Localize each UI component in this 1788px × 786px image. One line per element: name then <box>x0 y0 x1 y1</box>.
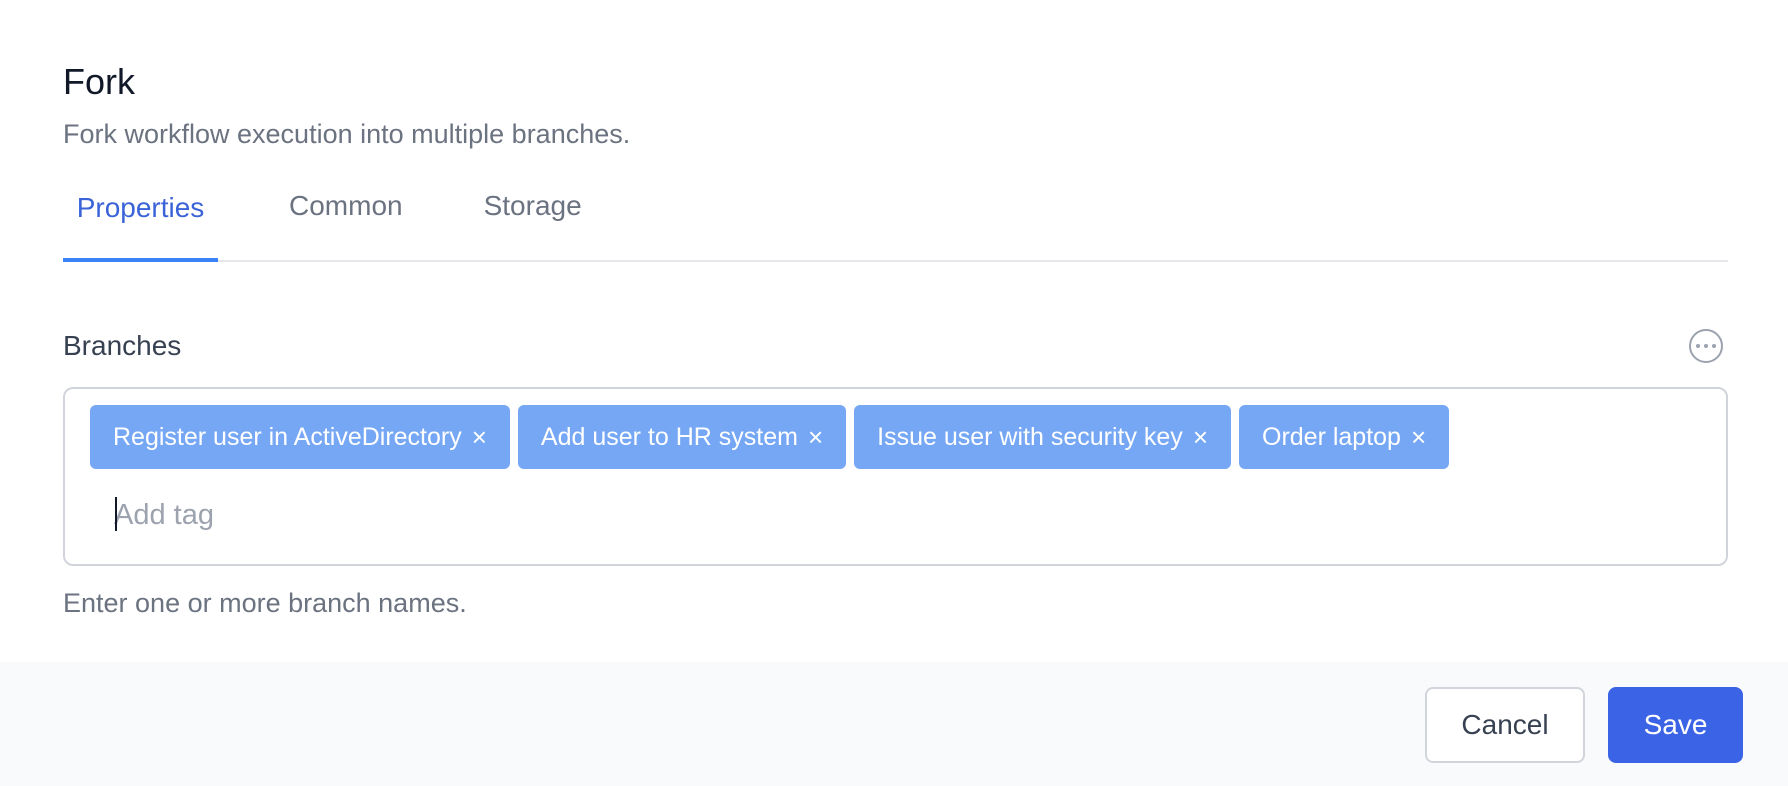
menu-dot <box>1704 344 1708 348</box>
tag-chip: Issue user with security key × <box>854 405 1231 469</box>
text-caret <box>115 497 117 531</box>
save-button[interactable]: Save <box>1608 687 1743 763</box>
tag-chip: Order laptop × <box>1239 405 1450 469</box>
tag-chip: Add user to HR system × <box>517 405 847 469</box>
branches-hint: Enter one or more branch names. <box>63 588 467 618</box>
tag-remove-icon[interactable]: × <box>808 422 823 453</box>
tag-remove-icon[interactable]: × <box>1193 422 1208 453</box>
tag-chip: Register user in ActiveDirectory × <box>90 405 510 469</box>
tag-label: Issue user with security key <box>877 422 1183 451</box>
tab-bar: Properties Common Storage <box>63 180 1728 262</box>
tab-common[interactable]: Common <box>289 178 403 260</box>
tag-label: Add user to HR system <box>540 422 798 451</box>
add-tag-input[interactable] <box>114 493 714 537</box>
menu-dot <box>1696 344 1700 348</box>
dialog-body: Fork Fork workflow execution into multip… <box>0 0 1788 662</box>
tag-label: Register user in ActiveDirectory <box>113 422 462 451</box>
tag-remove-icon[interactable]: × <box>1411 422 1426 453</box>
cancel-button[interactable]: Cancel <box>1425 687 1585 763</box>
more-horizontal-circle-icon[interactable] <box>1689 329 1723 363</box>
tag-label: Order laptop <box>1262 422 1401 451</box>
tab-properties[interactable]: Properties <box>63 180 218 262</box>
menu-dot <box>1712 344 1716 348</box>
dialog-description: Fork workflow execution into multiple br… <box>63 119 631 149</box>
branches-label: Branches <box>63 330 182 361</box>
tab-storage[interactable]: Storage <box>484 178 582 260</box>
branches-tag-input[interactable]: Register user in ActiveDirectory × Add u… <box>63 387 1728 566</box>
dialog-title: Fork <box>63 61 135 102</box>
dialog-footer: Cancel Save <box>0 662 1788 786</box>
tag-list: Register user in ActiveDirectory × Add u… <box>90 405 1450 469</box>
tag-remove-icon[interactable]: × <box>472 422 487 453</box>
activity-editor-dialog: Fork Fork workflow execution into multip… <box>0 0 1788 786</box>
